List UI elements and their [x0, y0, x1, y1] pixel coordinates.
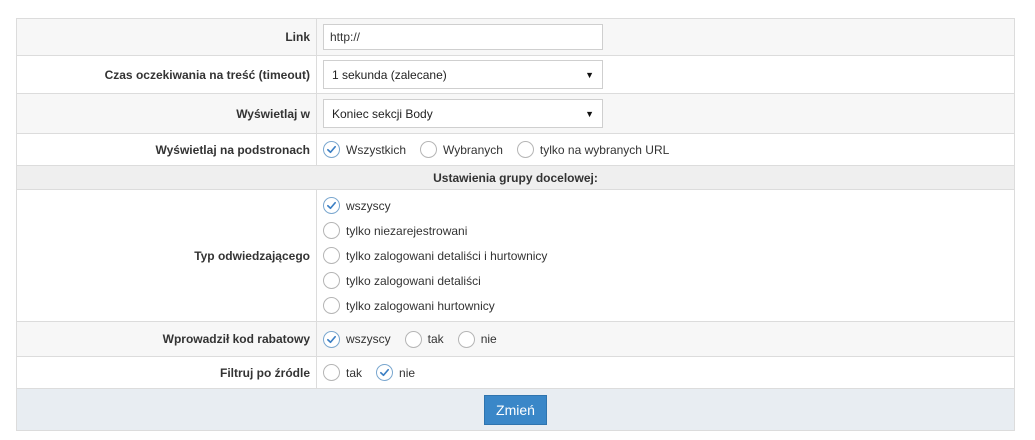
- radio-checked-icon[interactable]: [323, 330, 340, 348]
- radio-option-label: nie: [480, 332, 497, 346]
- radio-option-label: tylko zalogowani hurtownicy: [346, 298, 495, 313]
- visitor-type-label: Typ odwiedzającego: [16, 189, 317, 322]
- link-label: Link: [16, 18, 317, 56]
- radio-option-label: tak: [427, 332, 444, 346]
- subpages-label: Wyświetlaj na podstronach: [16, 133, 317, 166]
- discount-code-label: Wprowadził kod rabatowy: [16, 321, 317, 357]
- link-row: Link: [16, 18, 1015, 56]
- subpages-radio-group: Wszystkich Wybranych tylko na wybranych UR…: [323, 141, 1014, 158]
- dropdown-arrow-icon: ▼: [585, 108, 594, 119]
- radio-option-label: Wybranych: [443, 142, 503, 157]
- subpages-option[interactable]: tylko na wybranych URL: [516, 141, 670, 158]
- visitor-type-option[interactable]: tylko zalogowani detaliści: [323, 268, 1000, 293]
- visitor-type-option[interactable]: tylko niezarejestrowani: [323, 218, 1000, 243]
- source-filter-row: Filtruj po źródle tak nie: [16, 356, 1015, 389]
- radio-option-label: tylko zalogowani detaliści i hurtownicy: [346, 248, 548, 263]
- target-group-heading: Ustawienia grupy docelowej:: [16, 165, 1015, 190]
- radio-empty-icon[interactable]: [323, 247, 340, 264]
- radio-option-label: wszyscy: [346, 198, 391, 213]
- radio-empty-icon[interactable]: [516, 141, 534, 158]
- visitor-type-radio-group: wszyscy tylko niezarejestrowani tylko zalo…: [323, 190, 1014, 321]
- source-filter-option[interactable]: tak: [323, 364, 362, 381]
- radio-option-label: tylko zalogowani detaliści: [346, 273, 481, 288]
- display-in-selected-value: Koniec sekcji Body: [332, 106, 433, 121]
- radio-empty-icon[interactable]: [323, 222, 340, 239]
- submit-button[interactable]: Zmień: [484, 394, 547, 425]
- visitor-type-option[interactable]: wszyscy: [323, 193, 1000, 218]
- subpages-option[interactable]: Wybranych: [420, 141, 503, 158]
- target-group-section: Ustawienia grupy docelowej:: [16, 165, 1015, 190]
- radio-checked-icon[interactable]: [376, 364, 394, 381]
- timeout-row: Czas oczekiwania na treść (timeout) 1 se…: [16, 55, 1015, 94]
- radio-option-label: tak: [346, 365, 363, 380]
- display-in-select[interactable]: Koniec sekcji Body ▼: [323, 99, 603, 128]
- radio-empty-icon[interactable]: [404, 330, 422, 348]
- radio-option-label: Wszystkich: [346, 142, 406, 157]
- discount-code-option[interactable]: wszyscy: [323, 330, 391, 348]
- radio-empty-icon[interactable]: [323, 297, 340, 314]
- visitor-type-option[interactable]: tylko zalogowani hurtownicy: [323, 293, 1000, 318]
- source-filter-option[interactable]: nie: [376, 364, 415, 381]
- radio-checked-icon[interactable]: [323, 141, 340, 158]
- radio-option-label: wszyscy: [346, 332, 391, 346]
- display-in-row: Wyświetlaj w Koniec sekcji Body ▼: [16, 93, 1015, 134]
- radio-empty-icon[interactable]: [323, 364, 340, 381]
- link-input[interactable]: [323, 24, 603, 50]
- timeout-select[interactable]: 1 sekunda (zalecane) ▼: [323, 60, 603, 89]
- form-footer: Zmień: [16, 388, 1015, 431]
- timeout-selected-value: 1 sekunda (zalecane): [332, 67, 447, 82]
- radio-option-label: tylko na wybranych URL: [539, 142, 670, 157]
- discount-code-option[interactable]: tak: [404, 330, 444, 348]
- radio-checked-icon[interactable]: [323, 197, 340, 214]
- display-in-label: Wyświetlaj w: [16, 93, 317, 134]
- settings-form: Link Czas oczekiwania na treść (timeout)…: [16, 18, 1015, 431]
- source-filter-radio-group: tak nie: [323, 364, 1014, 381]
- discount-code-radio-group: wszyscy tak nie: [323, 330, 1014, 348]
- discount-code-row: Wprowadził kod rabatowy wszyscy tak nie: [16, 321, 1015, 357]
- visitor-type-option[interactable]: tylko zalogowani detaliści i hurtownicy: [323, 243, 1000, 268]
- timeout-label: Czas oczekiwania na treść (timeout): [16, 55, 317, 94]
- subpages-row: Wyświetlaj na podstronach Wszystkich Wybr…: [16, 133, 1015, 166]
- radio-empty-icon[interactable]: [420, 141, 437, 158]
- discount-code-option[interactable]: nie: [457, 330, 497, 348]
- radio-empty-icon[interactable]: [457, 330, 475, 348]
- radio-option-label: tylko niezarejestrowani: [346, 223, 468, 238]
- source-filter-label: Filtruj po źródle: [16, 356, 317, 389]
- radio-empty-icon[interactable]: [323, 272, 340, 289]
- dropdown-arrow-icon: ▼: [585, 69, 594, 80]
- visitor-type-row: Typ odwiedzającego wszyscy tylko niezarej…: [16, 189, 1015, 322]
- radio-option-label: nie: [399, 365, 416, 380]
- subpages-option[interactable]: Wszystkich: [323, 141, 406, 158]
